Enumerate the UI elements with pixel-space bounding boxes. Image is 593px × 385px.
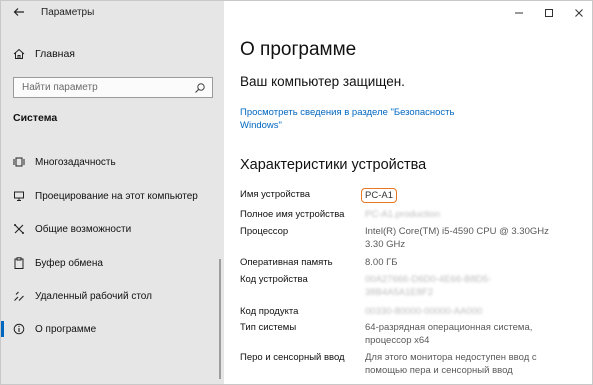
page-title: О программе — [240, 39, 357, 60]
sidebar-item-projecting[interactable]: Проецирование на этот компьютер — [1, 186, 224, 206]
sidebar-item-label: Многозадачность — [35, 156, 116, 168]
sidebar-item-about[interactable]: О программе — [1, 319, 224, 339]
spec-row-product-id: Код продукта 00330-80000-00000-AA000 — [240, 305, 590, 318]
sidebar-item-remote-desktop[interactable]: Удаленный рабочий стол — [1, 286, 224, 306]
sidebar-item-label: Буфер обмена — [35, 257, 103, 269]
clipboard-icon — [13, 257, 25, 269]
specs-title: Характеристики устройства — [240, 157, 427, 173]
sidebar-scrollbar[interactable] — [219, 259, 221, 379]
pen-touch-value: Для этого монитора недоступен ввод с пом… — [365, 352, 537, 376]
maximize-button[interactable] — [534, 1, 564, 25]
spec-row-ram: Оперативная память 8.00 ГБ — [240, 256, 590, 269]
close-button[interactable] — [564, 1, 592, 25]
product-id-value: 00330-80000-00000-AA000 — [365, 306, 483, 317]
back-button[interactable] — [9, 5, 29, 23]
close-icon — [575, 9, 583, 17]
spec-row-system-type: Тип системы 64-разрядная операционная си… — [240, 321, 590, 347]
settings-window: Параметры Главная Система Многозадачност… — [0, 0, 593, 385]
sidebar: Параметры Главная Система Многозадачност… — [1, 1, 224, 384]
maximize-icon — [545, 9, 553, 17]
device-name-value: PC-A1 — [361, 188, 397, 203]
spec-label: Тип системы — [240, 322, 297, 333]
search-icon[interactable] — [194, 81, 206, 93]
protection-status: Ваш компьютер защищен. — [240, 74, 405, 89]
sidebar-item-home[interactable]: Главная — [13, 47, 75, 61]
spec-label: Код продукта — [240, 306, 299, 317]
info-icon — [13, 323, 25, 335]
full-device-name-value: PC-A1.production — [365, 209, 440, 220]
spec-label: Оперативная память — [240, 257, 333, 268]
sidebar-item-multitasking[interactable]: Многозадачность — [1, 152, 224, 172]
spec-row-processor: Процессор Intel(R) Core(TM) i5-4590 CPU … — [240, 225, 590, 251]
spec-label: Перо и сенсорный ввод — [240, 352, 345, 363]
home-icon — [13, 48, 25, 60]
home-label: Главная — [35, 48, 75, 60]
sidebar-item-label: Удаленный рабочий стол — [35, 290, 152, 302]
section-title: Система — [13, 112, 58, 124]
security-link[interactable]: Просмотреть сведения в разделе "Безопасн… — [240, 106, 480, 132]
spec-label: Имя устройства — [240, 189, 311, 200]
minimize-button[interactable] — [504, 1, 534, 25]
multitasking-icon — [13, 156, 25, 168]
sidebar-item-label: Проецирование на этот компьютер — [35, 190, 198, 202]
spec-row-device-id: Код устройства 00A27666-D6D0-4E66-B8D5-3… — [240, 273, 590, 299]
sidebar-item-label: О программе — [35, 323, 97, 335]
processor-value: Intel(R) Core(TM) i5-4590 CPU @ 3.30GHz … — [365, 226, 549, 250]
search-input[interactable] — [14, 78, 184, 97]
shared-experiences-icon — [13, 223, 25, 235]
main-content: О программе Ваш компьютер защищен. Просм… — [224, 1, 592, 384]
device-id-value: 00A27666-D6D0-4E66-B8D5-38B4A5A1E8F2 — [365, 274, 492, 298]
search-box[interactable] — [13, 77, 213, 98]
sidebar-item-label: Общие возможности — [35, 223, 132, 235]
projecting-icon — [13, 190, 25, 202]
spec-row-full-device-name: Полное имя устройства PC-A1.production — [240, 208, 590, 221]
window-controls — [504, 1, 592, 25]
spec-label: Код устройства — [240, 274, 308, 285]
spec-label: Процессор — [240, 226, 289, 237]
back-arrow-icon — [13, 8, 24, 16]
spec-row-device-name: Имя устройства PC-A1 — [240, 188, 590, 203]
spec-label: Полное имя устройства — [240, 209, 345, 220]
ram-value: 8.00 ГБ — [365, 257, 398, 268]
system-type-value: 64-разрядная операционная система, проце… — [365, 322, 533, 346]
app-title: Параметры — [41, 7, 95, 18]
sidebar-item-clipboard[interactable]: Буфер обмена — [1, 253, 224, 273]
spec-row-pen-touch: Перо и сенсорный ввод Для этого монитора… — [240, 351, 590, 377]
minimize-icon — [515, 12, 523, 14]
sidebar-item-shared-experiences[interactable]: Общие возможности — [1, 219, 224, 239]
remote-desktop-icon — [13, 290, 25, 302]
